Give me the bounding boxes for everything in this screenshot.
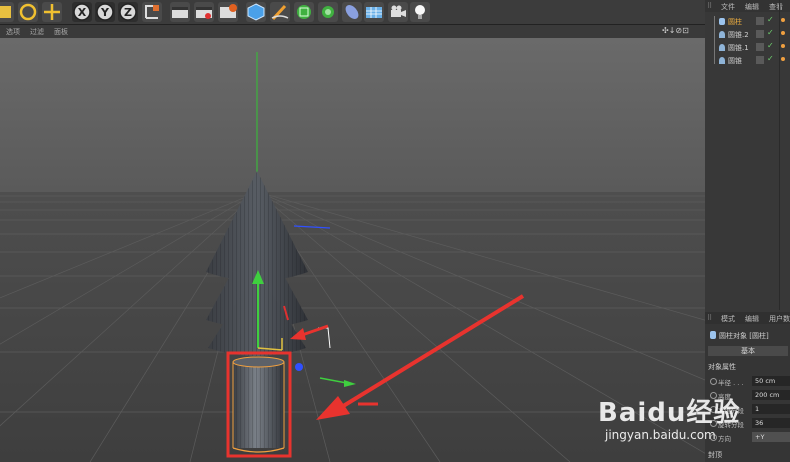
tag-icon[interactable] <box>781 44 785 48</box>
render-view-icon[interactable] <box>170 2 190 22</box>
layer-toggle[interactable] <box>756 56 764 64</box>
viewport-menu-filter[interactable]: 过滤 <box>30 27 44 37</box>
cylinder-icon <box>719 18 725 25</box>
viewport-sky <box>0 38 705 192</box>
svg-text:X: X <box>78 6 87 19</box>
enabled-check-icon[interactable]: ✓ <box>767 41 774 50</box>
watermark-url: jingyan.baidu.com <box>605 428 716 442</box>
viewport-menubar: 选项 过滤 面板 ✣↓⊘⊡ <box>0 25 705 38</box>
move-icon[interactable] <box>42 2 62 22</box>
cloner-icon[interactable] <box>318 2 338 22</box>
x-axis-lock-icon[interactable]: X <box>72 2 92 22</box>
panel-grip-icon: ⠿ <box>707 2 713 10</box>
viewport-menu-panel[interactable]: 面板 <box>54 27 68 37</box>
baidu-watermark: Baidu经验 <box>598 398 741 428</box>
object-row-cylinder[interactable]: 圆柱 ✓ <box>705 15 790 27</box>
field-radius[interactable]: 半径 . . . 50 cm <box>708 375 790 387</box>
main-toolbar: X Y Z <box>0 0 705 25</box>
object-row-cone-1[interactable]: 圆锥.1 ✓ <box>705 41 790 53</box>
panel-grip-icon: ⠿ <box>707 314 713 322</box>
pen-icon[interactable] <box>270 2 290 22</box>
radius-input[interactable]: 50 cm <box>752 376 790 386</box>
enabled-check-icon[interactable]: ✓ <box>767 28 774 37</box>
y-axis-lock-icon[interactable]: Y <box>95 2 115 22</box>
section-caps[interactable]: 封顶 <box>708 450 722 460</box>
object-title: 圆柱对象 [圆柱] <box>719 332 769 340</box>
orientation-select[interactable]: +Y <box>752 432 790 442</box>
cylinder-object[interactable] <box>232 356 285 453</box>
rotation-segments-input[interactable]: 36 <box>752 418 790 428</box>
viewport-menu-options[interactable]: 选项 <box>6 27 20 37</box>
svg-text:Y: Y <box>100 6 110 19</box>
layer-toggle[interactable] <box>756 30 764 38</box>
subdivision-icon[interactable] <box>294 2 314 22</box>
tag-icon[interactable] <box>781 57 785 61</box>
layer-toggle[interactable] <box>756 43 764 51</box>
height-segments-input[interactable]: 1 <box>752 404 790 414</box>
select-icon[interactable] <box>0 2 14 22</box>
radio-icon[interactable] <box>710 378 717 385</box>
object-row-cone[interactable]: 圆锥 ✓ <box>705 54 790 66</box>
height-input[interactable]: 200 cm <box>752 390 790 400</box>
cylinder-icon <box>710 331 716 339</box>
light-icon[interactable] <box>410 2 430 22</box>
am-menu-mode[interactable]: 模式 <box>721 314 735 324</box>
attribute-manager: ⠿ 模式 编辑 用户数 圆柱对象 [圆柱] 基本 对象属性 半径 . . . 5… <box>705 312 790 462</box>
floor-icon[interactable] <box>364 2 384 22</box>
enabled-check-icon[interactable]: ✓ <box>767 54 774 63</box>
om-menu-view[interactable]: 查看 <box>769 2 783 12</box>
am-menu-user-data[interactable]: 用户数 <box>769 314 790 324</box>
cone-icon <box>719 57 725 64</box>
panel-divider <box>779 0 780 310</box>
tag-icon[interactable] <box>781 31 785 35</box>
z-axis-lock-icon[interactable]: Z <box>118 2 138 22</box>
attribute-manager-menubar: ⠿ 模式 编辑 用户数 <box>705 312 790 324</box>
tab-basic[interactable]: 基本 <box>708 346 788 356</box>
enabled-check-icon[interactable]: ✓ <box>767 15 774 24</box>
rotate-icon[interactable] <box>18 2 38 22</box>
field-orientation[interactable]: 方向 +Y <box>708 431 790 443</box>
deformer-icon[interactable] <box>342 2 362 22</box>
render-settings-icon[interactable] <box>218 2 238 22</box>
object-row-cone-2[interactable]: 圆锥.2 ✓ <box>705 28 790 40</box>
layer-toggle[interactable] <box>756 17 764 25</box>
tag-icon[interactable] <box>781 18 785 22</box>
coordinate-system-icon[interactable] <box>142 2 162 22</box>
cone-icon <box>719 31 725 38</box>
viewport-nav-icons[interactable]: ✣↓⊘⊡ <box>662 26 689 35</box>
cube-icon[interactable] <box>246 2 266 22</box>
section-object-properties: 对象属性 <box>708 363 736 371</box>
render-picture-queue-icon[interactable] <box>194 2 214 22</box>
om-menu-edit[interactable]: 编辑 <box>745 2 759 12</box>
om-menu-file[interactable]: 文件 <box>721 2 735 12</box>
cone-icon <box>719 44 725 51</box>
am-menu-edit[interactable]: 编辑 <box>745 314 759 324</box>
svg-text:Z: Z <box>124 6 132 19</box>
camera-icon[interactable] <box>388 2 408 22</box>
object-manager-menubar: ⠿ 文件 编辑 查看 <box>705 0 790 12</box>
